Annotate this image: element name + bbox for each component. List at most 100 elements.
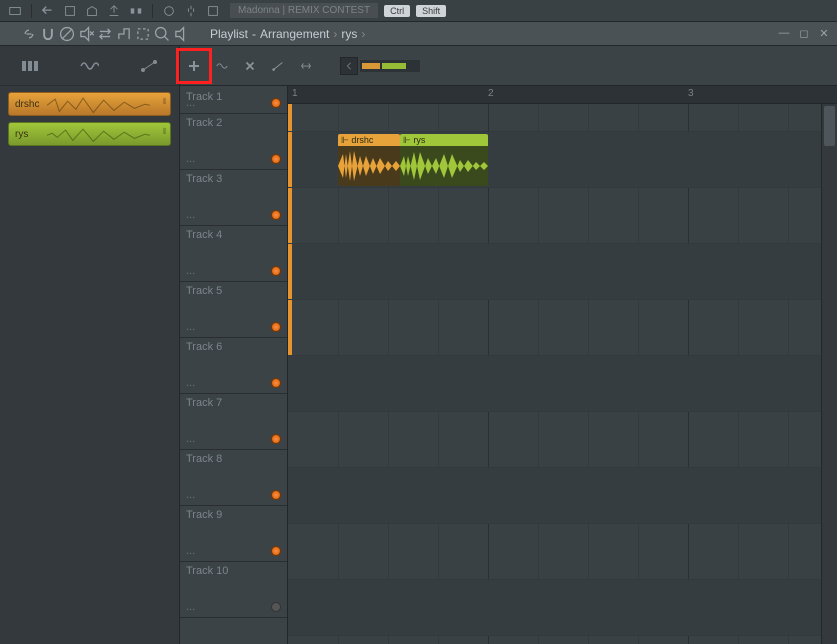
maximize-button[interactable]: ◻ [797, 27, 811, 40]
step-icon[interactable] [115, 25, 133, 43]
wave-tool[interactable] [209, 53, 235, 79]
grid-tool[interactable] [261, 0, 287, 8]
record-arm-icon[interactable] [271, 154, 281, 164]
record-arm-icon[interactable] [271, 266, 281, 276]
record-icon[interactable] [159, 2, 179, 20]
track-header[interactable]: Track 3 ... [180, 170, 287, 226]
record-arm-icon[interactable] [271, 98, 281, 108]
separator [31, 4, 32, 18]
record-arm-icon[interactable] [271, 210, 281, 220]
close-button[interactable]: ✕ [817, 27, 831, 40]
loop-marker[interactable] [288, 104, 292, 131]
arrangement-clip-drshc[interactable]: ⊩ drshc [338, 134, 400, 186]
track-label: Track 3 [186, 173, 281, 185]
track-menu-icon[interactable]: ... [186, 153, 195, 165]
track-header[interactable]: Track 1 ... [180, 86, 287, 114]
link-icon[interactable] [20, 25, 38, 43]
track-header[interactable]: Track 10 ... [180, 562, 287, 618]
swap-icon[interactable] [96, 25, 114, 43]
clip-name: rys [413, 135, 425, 145]
export-icon[interactable] [104, 2, 124, 20]
track-lane[interactable] [288, 580, 837, 636]
playlist-tool-row [180, 46, 837, 86]
current-clip-button[interactable]: rys [341, 27, 357, 41]
record-arm-icon[interactable] [271, 546, 281, 556]
title-label: Playlist [210, 27, 248, 41]
grip-icon: ⦀ [162, 127, 166, 137]
zoom-icon[interactable] [153, 25, 171, 43]
track-menu-icon[interactable]: ... [186, 433, 195, 445]
select-icon[interactable] [134, 25, 152, 43]
record-arm-icon[interactable] [271, 378, 281, 388]
scroll-left-button[interactable] [340, 57, 358, 75]
pattern-dropdown[interactable] [5, 2, 25, 20]
track-lane[interactable] [288, 104, 837, 132]
track-header[interactable]: Track 8 ... [180, 450, 287, 506]
track-header[interactable]: Track 2 ... [180, 114, 287, 170]
vertical-scrollbar[interactable] [821, 104, 837, 644]
render-icon[interactable] [82, 2, 102, 20]
clip-rys[interactable]: rys ⦀ [8, 122, 171, 146]
playback-controls [6, 28, 10, 40]
plugin-icon[interactable] [181, 2, 201, 20]
track-header[interactable]: Track 9 ... [180, 506, 287, 562]
window-controls: — ◻ ✕ [777, 27, 831, 40]
track-menu-icon[interactable]: ... [186, 209, 195, 221]
track-lane[interactable] [288, 356, 837, 412]
arrangement-clip-rys[interactable]: ⊩ rys [400, 134, 488, 186]
track-label: Track 7 [186, 397, 281, 409]
track-menu-icon[interactable]: ... [186, 97, 195, 109]
playlist-toolbar-icons [20, 25, 190, 43]
track-header[interactable]: Track 4 ... [180, 226, 287, 282]
loop-marker[interactable] [288, 188, 292, 243]
slip-tool[interactable] [293, 53, 319, 79]
record-arm-icon[interactable] [271, 602, 281, 612]
record-arm-icon[interactable] [271, 322, 281, 332]
minimap[interactable] [360, 60, 420, 72]
minimize-button[interactable]: — [777, 27, 791, 40]
track-lane[interactable] [288, 300, 837, 356]
track-menu-icon[interactable]: ... [186, 601, 195, 613]
track-lane[interactable] [288, 412, 837, 468]
track-header[interactable]: Track 6 ... [180, 338, 287, 394]
add-tool[interactable] [181, 53, 207, 79]
track-lane[interactable] [288, 468, 837, 524]
magnet-icon[interactable] [39, 25, 57, 43]
track-lane[interactable] [288, 188, 837, 244]
no-icon[interactable] [58, 25, 76, 43]
loop-marker[interactable] [288, 132, 292, 187]
arrangement-button[interactable]: Arrangement [260, 27, 329, 41]
macros-icon[interactable] [126, 2, 146, 20]
save-icon[interactable] [60, 2, 80, 20]
clip-drshc[interactable]: drshc ⦀ [8, 92, 171, 116]
track-menu-icon[interactable]: ... [186, 545, 195, 557]
record-arm-icon[interactable] [271, 434, 281, 444]
pattern-view-icon[interactable] [15, 52, 45, 80]
automation-tool[interactable] [265, 53, 291, 79]
track-menu-icon[interactable]: ... [186, 265, 195, 277]
delete-tool[interactable] [237, 53, 263, 79]
audio-view-icon[interactable] [74, 52, 104, 80]
time-ruler[interactable]: 1 2 3 [288, 86, 837, 104]
loop-marker[interactable] [288, 300, 292, 355]
automation-view-icon[interactable] [134, 52, 164, 80]
track-menu-icon[interactable]: ... [186, 489, 195, 501]
track-header[interactable]: Track 7 ... [180, 394, 287, 450]
knife-tool[interactable] [235, 0, 261, 8]
scrollbar-thumb[interactable] [824, 106, 835, 146]
mute-icon[interactable] [77, 25, 95, 43]
track-headers: Track 1 ... Track 2 ... Track 3 ... Trac… [180, 86, 288, 644]
loop-marker[interactable] [288, 244, 292, 299]
undo-icon[interactable] [38, 2, 58, 20]
speaker-icon[interactable] [172, 25, 190, 43]
track-menu-icon[interactable]: ... [186, 321, 195, 333]
track-header[interactable]: Track 5 ... [180, 282, 287, 338]
pencil-tool[interactable] [209, 0, 235, 8]
track-menu-icon[interactable]: ... [186, 377, 195, 389]
track-lane[interactable] [288, 524, 837, 580]
arrangement-grid[interactable]: ⊩ drshc ⊩ rys [288, 104, 837, 644]
track-lane[interactable]: ⊩ drshc ⊩ rys [288, 132, 837, 188]
record-arm-icon[interactable] [271, 490, 281, 500]
track-lane[interactable] [288, 244, 837, 300]
main-toolbar: Madonna | REMIX CONTEST Ctrl Shift [0, 0, 837, 22]
